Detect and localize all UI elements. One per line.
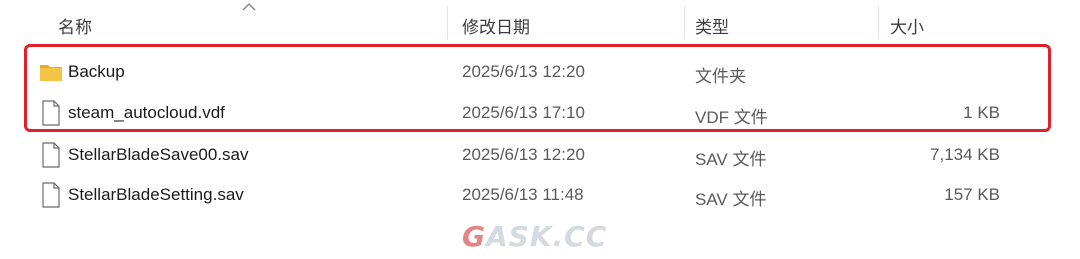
- file-date-modified: 2025/6/13 11:48: [462, 185, 584, 204]
- file-row-stellarblade-setting[interactable]: StellarBladeSetting.sav 2025/6/13 11:48 …: [0, 175, 1080, 215]
- file-row-stellarblade-save[interactable]: StellarBladeSave00.sav 2025/6/13 12:20 S…: [0, 135, 1080, 175]
- file-date-modified: 2025/6/13 12:20: [462, 145, 585, 164]
- column-divider[interactable]: [447, 6, 448, 40]
- column-divider[interactable]: [684, 6, 685, 40]
- file-icon: [42, 142, 60, 168]
- file-name: StellarBladeSetting.sav: [68, 185, 244, 204]
- column-header-type[interactable]: 类型: [695, 13, 729, 38]
- file-type: SAV 文件: [695, 190, 767, 209]
- column-header-name[interactable]: 名称: [58, 13, 92, 38]
- column-divider[interactable]: [878, 6, 879, 40]
- file-size: 157 KB: [944, 185, 1000, 204]
- column-header-bar: 名称 修改日期 类型 大小: [0, 0, 1080, 44]
- file-size: 7,134 KB: [930, 145, 1000, 164]
- file-icon: [42, 182, 60, 208]
- column-header-size[interactable]: 大小: [890, 13, 924, 38]
- file-name: StellarBladeSave00.sav: [68, 145, 249, 164]
- file-type: SAV 文件: [695, 150, 767, 169]
- watermark-logo: GASK.CC: [462, 220, 608, 253]
- sort-ascending-icon: [242, 2, 256, 11]
- highlight-box: [24, 44, 1051, 132]
- column-header-date-modified[interactable]: 修改日期: [462, 13, 530, 38]
